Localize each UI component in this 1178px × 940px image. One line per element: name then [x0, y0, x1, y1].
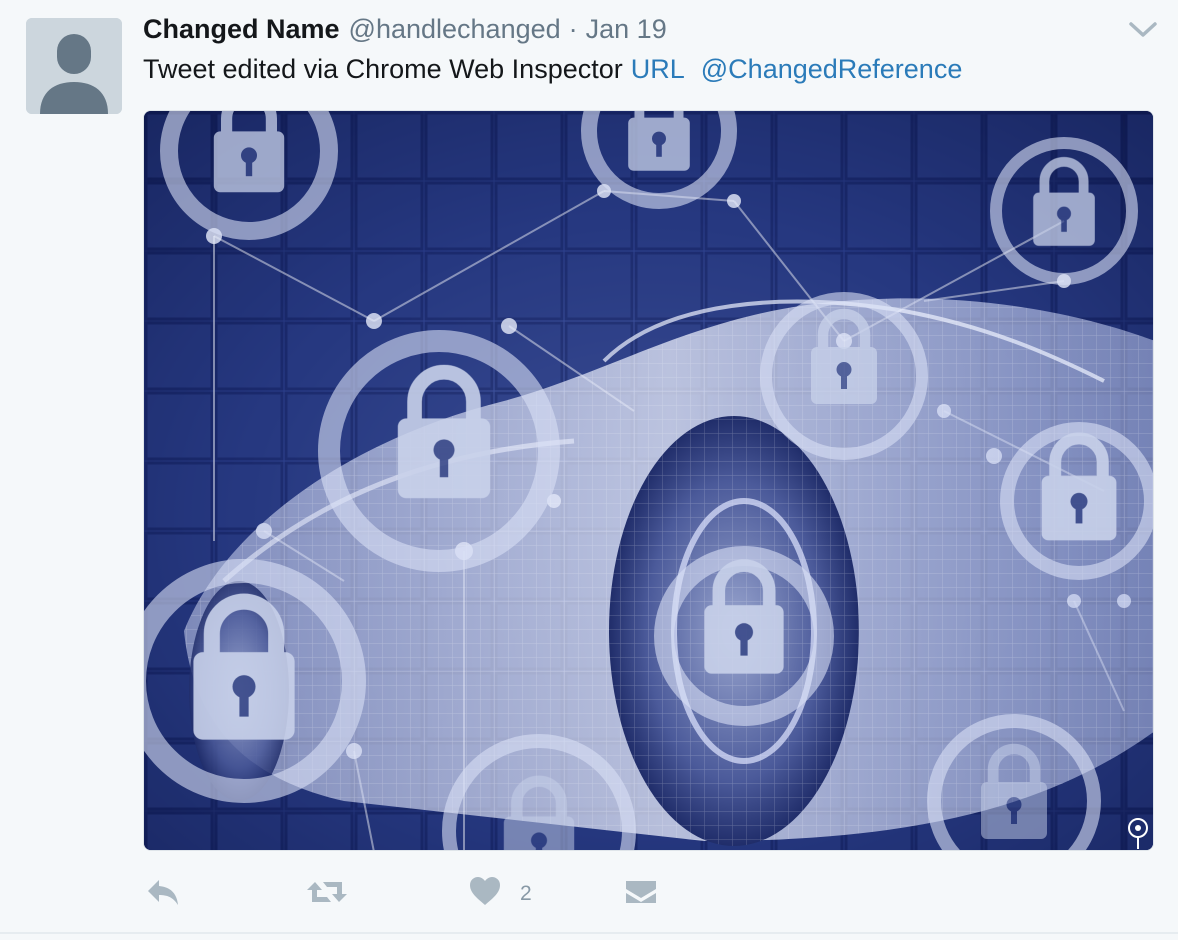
tweet-body-text: Tweet edited via Chrome Web Inspector	[143, 54, 623, 84]
chevron-down-icon[interactable]	[1126, 18, 1160, 42]
envelope-icon[interactable]	[623, 872, 659, 912]
user-handle[interactable]: @handlechanged	[349, 14, 561, 45]
separator-dot: ·	[568, 14, 578, 44]
lock-network-car-image	[144, 111, 1153, 850]
tweet-text: Tweet edited via Chrome Web Inspector URL…	[143, 54, 962, 85]
url-link[interactable]: URL	[631, 54, 685, 84]
avatar[interactable]	[26, 18, 122, 114]
tweet-divider	[0, 932, 1178, 934]
mention-link[interactable]: @ChangedReference	[701, 54, 963, 84]
default-profile-icon	[26, 18, 122, 114]
tweet-actions: 2	[145, 872, 685, 912]
media-image[interactable]	[143, 110, 1154, 851]
tweet-card[interactable]: Changed Name @handlechanged · Jan 19 Twe…	[0, 0, 1178, 940]
retweet-icon[interactable]	[305, 872, 349, 912]
display-name[interactable]: Changed Name	[143, 14, 340, 45]
timestamp[interactable]: Jan 19	[586, 14, 667, 45]
heart-icon[interactable]	[467, 872, 503, 912]
tweet-header: Changed Name @handlechanged · Jan 19	[143, 14, 667, 48]
like-count: 2	[520, 882, 532, 905]
reply-icon[interactable]	[145, 872, 181, 912]
